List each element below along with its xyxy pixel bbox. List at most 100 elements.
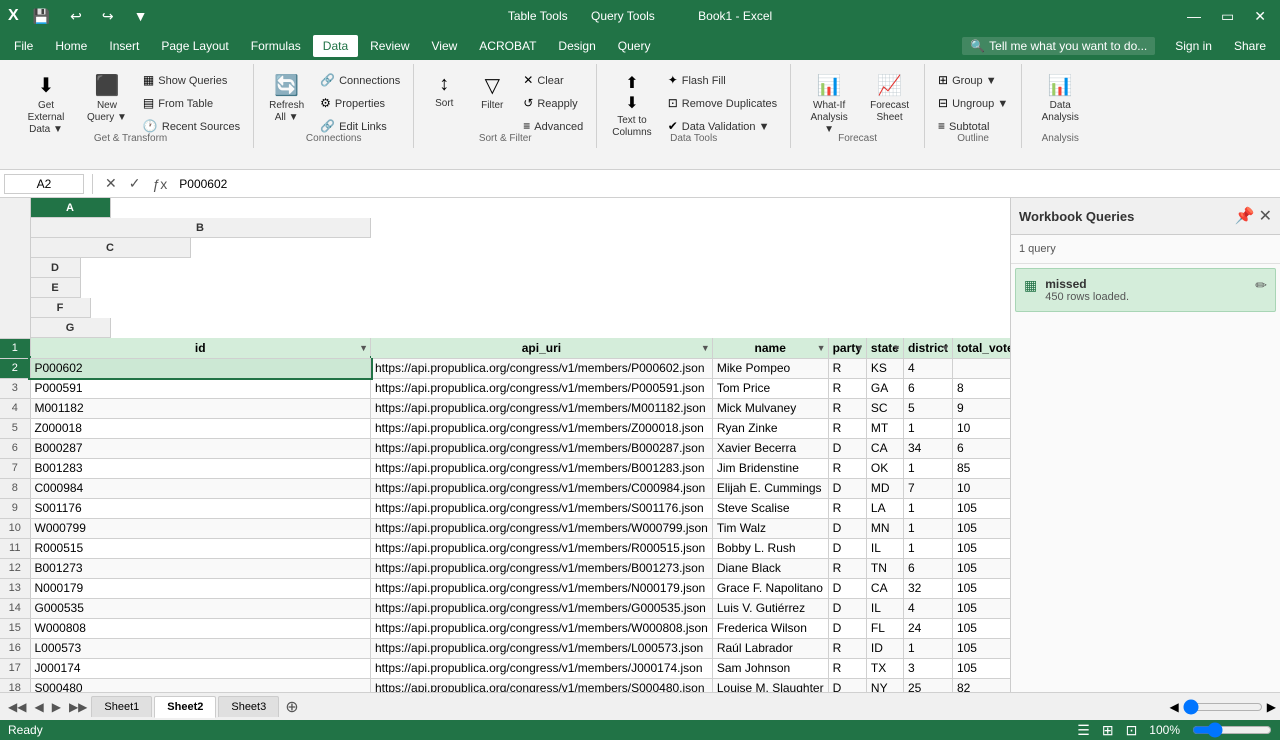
cell-11-0[interactable]: R000515: [30, 538, 371, 558]
sheet-scroll-right[interactable]: ▶▶: [65, 700, 91, 714]
cell-17-4[interactable]: TX: [866, 658, 903, 678]
col-header-d[interactable]: D: [31, 258, 81, 278]
table-row[interactable]: 6B000287https://api.propublica.org/congr…: [0, 438, 1010, 458]
cell-10-3[interactable]: D: [828, 518, 866, 538]
new-query-button[interactable]: ⬛ NewQuery ▼: [80, 68, 134, 129]
cell-10-5[interactable]: 1: [903, 518, 952, 538]
cell-12-5[interactable]: 6: [903, 558, 952, 578]
cell-8-1[interactable]: https://api.propublica.org/congress/v1/m…: [371, 478, 713, 498]
cell-10-1[interactable]: https://api.propublica.org/congress/v1/m…: [371, 518, 713, 538]
sheet-tab-sheet2[interactable]: Sheet2: [154, 696, 216, 718]
cell-13-2[interactable]: Grace F. Napolitano: [712, 578, 828, 598]
cell-12-6[interactable]: 105: [952, 558, 1010, 578]
cell-13-4[interactable]: CA: [866, 578, 903, 598]
get-external-data-button[interactable]: ⬇ Get ExternalData ▼: [16, 68, 76, 141]
cell-18-4[interactable]: NY: [866, 678, 903, 692]
cell-12-0[interactable]: B001273: [30, 558, 371, 578]
cell-15-2[interactable]: Frederica Wilson: [712, 618, 828, 638]
cell-3-2[interactable]: Tom Price: [712, 378, 828, 398]
header-cell-state[interactable]: state ▼: [866, 338, 903, 358]
cell-7-0[interactable]: B001283: [30, 458, 371, 478]
menu-page-layout[interactable]: Page Layout: [151, 35, 238, 57]
cell-4-4[interactable]: SC: [866, 398, 903, 418]
cell-16-5[interactable]: 1: [903, 638, 952, 658]
cell-6-4[interactable]: CA: [866, 438, 903, 458]
minimize-button[interactable]: —: [1181, 6, 1207, 26]
header-cell-total_votes[interactable]: total_votes ▼: [952, 338, 1010, 358]
cell-15-4[interactable]: FL: [866, 618, 903, 638]
cell-7-2[interactable]: Jim Bridenstine: [712, 458, 828, 478]
cell-13-6[interactable]: 105: [952, 578, 1010, 598]
table-scroll[interactable]: A B C D E F G 1id ▼api_uri ▼name ▼party …: [0, 198, 1010, 692]
table-row[interactable]: 7B001283https://api.propublica.org/congr…: [0, 458, 1010, 478]
cell-16-1[interactable]: https://api.propublica.org/congress/v1/m…: [371, 638, 713, 658]
maximize-button[interactable]: ▭: [1215, 6, 1240, 27]
cell-14-5[interactable]: 4: [903, 598, 952, 618]
cell-12-2[interactable]: Diane Black: [712, 558, 828, 578]
cell-10-2[interactable]: Tim Walz: [712, 518, 828, 538]
col-header-g[interactable]: G: [31, 318, 111, 338]
cell-6-3[interactable]: D: [828, 438, 866, 458]
cell-8-3[interactable]: D: [828, 478, 866, 498]
query-item[interactable]: ▦ missed 450 rows loaded. ✏: [1015, 268, 1276, 312]
cell-11-2[interactable]: Bobby L. Rush: [712, 538, 828, 558]
table-row[interactable]: 10W000799https://api.propublica.org/cong…: [0, 518, 1010, 538]
cell-8-4[interactable]: MD: [866, 478, 903, 498]
cell-3-4[interactable]: GA: [866, 378, 903, 398]
sign-in-btn[interactable]: Sign in: [1165, 35, 1222, 57]
properties-button[interactable]: ⚙ Properties: [315, 93, 405, 114]
menu-home[interactable]: Home: [45, 35, 97, 57]
cell-5-2[interactable]: Ryan Zinke: [712, 418, 828, 438]
cell-15-0[interactable]: W000808: [30, 618, 371, 638]
cell-2-4[interactable]: KS: [866, 358, 903, 378]
confirm-formula-button[interactable]: ✓: [125, 175, 145, 192]
cell-14-0[interactable]: G000535: [30, 598, 371, 618]
sheet-tab-sheet3[interactable]: Sheet3: [218, 696, 279, 717]
cell-9-5[interactable]: 1: [903, 498, 952, 518]
table-row[interactable]: 2P000602https://api.propublica.org/congr…: [0, 358, 1010, 378]
cell-8-0[interactable]: C000984: [30, 478, 371, 498]
table-row[interactable]: 5Z000018https://api.propublica.org/congr…: [0, 418, 1010, 438]
cell-18-3[interactable]: D: [828, 678, 866, 692]
cell-10-6[interactable]: 105: [952, 518, 1010, 538]
cell-4-5[interactable]: 5: [903, 398, 952, 418]
cell-3-1[interactable]: https://api.propublica.org/congress/v1/m…: [371, 378, 713, 398]
cell-13-3[interactable]: D: [828, 578, 866, 598]
cell-6-5[interactable]: 34: [903, 438, 952, 458]
cell-16-6[interactable]: 105: [952, 638, 1010, 658]
cell-5-5[interactable]: 1: [903, 418, 952, 438]
query-edit-icon[interactable]: ✏: [1255, 277, 1267, 294]
cell-13-5[interactable]: 32: [903, 578, 952, 598]
flash-fill-button[interactable]: ✦ Flash Fill: [663, 70, 782, 91]
cell-12-3[interactable]: R: [828, 558, 866, 578]
cell-6-6[interactable]: 6: [952, 438, 1010, 458]
sheet-tab-sheet1[interactable]: Sheet1: [91, 696, 152, 717]
cell-7-4[interactable]: OK: [866, 458, 903, 478]
cell-5-6[interactable]: 10: [952, 418, 1010, 438]
refresh-all-button[interactable]: 🔄 RefreshAll ▼: [262, 68, 311, 129]
cell-reference-input[interactable]: A2: [4, 174, 84, 194]
cell-2-2[interactable]: Mike Pompeo: [712, 358, 828, 378]
cell-15-5[interactable]: 24: [903, 618, 952, 638]
header-cell-party[interactable]: party ▼: [828, 338, 866, 358]
table-row[interactable]: 12B001273https://api.propublica.org/cong…: [0, 558, 1010, 578]
connections-button[interactable]: 🔗 Connections: [315, 70, 405, 91]
menu-acrobat[interactable]: ACROBAT: [469, 35, 546, 57]
filter-btn-state[interactable]: ▼: [892, 343, 901, 353]
header-cell-district[interactable]: district ▼: [903, 338, 952, 358]
cell-9-1[interactable]: https://api.propublica.org/congress/v1/m…: [371, 498, 713, 518]
table-row[interactable]: 14G000535https://api.propublica.org/cong…: [0, 598, 1010, 618]
clear-button[interactable]: ✕ Clear: [518, 70, 588, 91]
menu-view[interactable]: View: [422, 35, 468, 57]
cell-17-2[interactable]: Sam Johnson: [712, 658, 828, 678]
cell-16-3[interactable]: R: [828, 638, 866, 658]
text-to-columns-button[interactable]: ⬆⬇ Text toColumns: [605, 68, 658, 144]
menu-design[interactable]: Design: [548, 35, 605, 57]
cell-11-5[interactable]: 1: [903, 538, 952, 558]
cell-17-6[interactable]: 105: [952, 658, 1010, 678]
what-if-analysis-button[interactable]: 📊 What-IfAnalysis ▼: [799, 68, 859, 141]
col-header-e[interactable]: E: [31, 278, 81, 298]
cell-9-3[interactable]: R: [828, 498, 866, 518]
cell-4-6[interactable]: 9: [952, 398, 1010, 418]
cancel-formula-button[interactable]: ✕: [101, 175, 121, 192]
